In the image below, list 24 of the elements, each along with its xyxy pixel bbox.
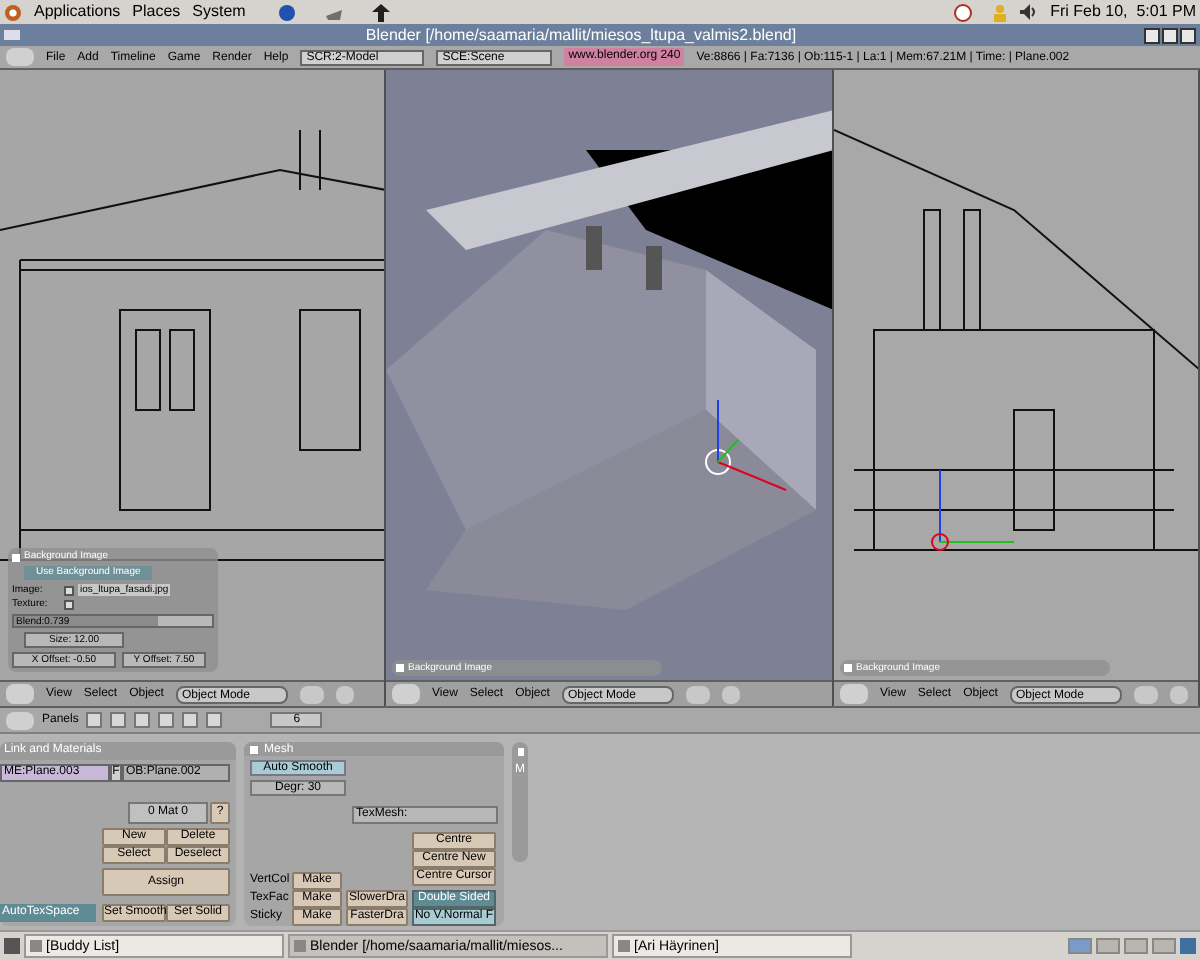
workspace-icon[interactable]	[1152, 938, 1176, 954]
clock-text: Fri Feb 10, 5:01 PM	[1050, 4, 1196, 20]
window-icon	[294, 940, 306, 952]
workspace-icon[interactable]	[1124, 938, 1148, 954]
panel-menu[interactable]: System	[192, 4, 246, 20]
person-icon	[992, 3, 1009, 21]
window-icon	[618, 940, 630, 952]
window-icon	[30, 940, 42, 952]
texture-browse-icon[interactable]	[64, 600, 74, 610]
globe-icon	[277, 3, 296, 21]
panel-menu[interactable]: Applications	[34, 4, 121, 20]
speaker-icon	[1020, 4, 1039, 20]
collapse-icon[interactable]	[250, 745, 258, 753]
close-icon[interactable]	[1180, 27, 1196, 43]
image-browse-icon[interactable]	[64, 585, 74, 595]
expand-icon	[517, 748, 523, 756]
logo-icon	[4, 3, 22, 21]
minimize-icon[interactable]	[1144, 27, 1160, 43]
panel-menu[interactable]: Places	[132, 4, 181, 20]
window-title: Blender [/home/saamaria/mallit/miesos_ltupa_valmis2.blend]	[363, 27, 799, 43]
show-desktop-icon[interactable]	[4, 938, 20, 954]
workspace-icon[interactable]	[1096, 938, 1120, 954]
workspace-icon[interactable]	[1068, 938, 1092, 954]
maximize-icon[interactable]	[1162, 27, 1178, 43]
